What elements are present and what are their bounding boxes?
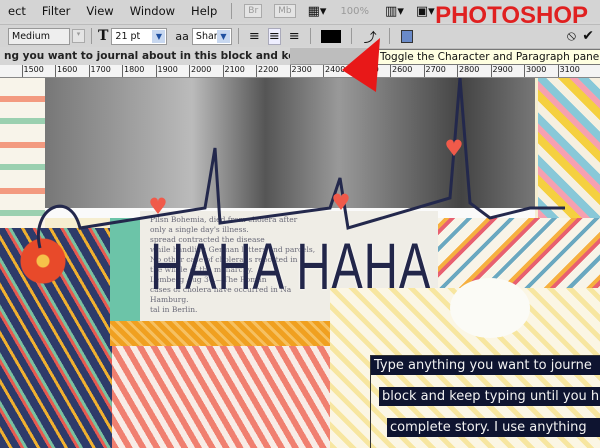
arrange-icon[interactable]: ▥▾ <box>385 4 404 19</box>
commit-icon[interactable]: ✔ <box>582 28 594 44</box>
red-arrow-annotation <box>342 38 380 92</box>
font-size-select[interactable]: 21 pt ▼ <box>111 27 168 45</box>
screen-mode-icon[interactable]: ▣▾ <box>416 4 435 19</box>
ruler-tick: 2200 <box>256 65 278 77</box>
tooltip: Toggle the Character and Paragraph panel… <box>375 49 600 65</box>
ruler-tick: 2900 <box>490 65 513 77</box>
heartbeat-line <box>36 78 565 249</box>
menu-window[interactable]: Window <box>122 4 183 18</box>
ruler-tick: 2800 <box>457 65 479 77</box>
bridge-button[interactable]: Br <box>244 4 263 18</box>
ruler-tick: 3000 <box>524 65 546 77</box>
mini-bridge-button[interactable]: Mb <box>274 4 296 18</box>
ruler-tick: 3100 <box>557 65 580 77</box>
menu-select[interactable]: ect <box>0 4 34 18</box>
font-size-value: 21 pt <box>115 30 141 42</box>
divider <box>91 28 92 44</box>
align-right-icon[interactable]: ≡ <box>289 29 300 44</box>
ruler-tick: 1800 <box>122 65 144 77</box>
align-left-icon[interactable]: ≡ <box>249 29 260 44</box>
ruler-tick: 1500 <box>21 65 44 77</box>
ruler-tick: 2700 <box>423 65 446 77</box>
ruler-tick: 2000 <box>189 65 211 77</box>
journal-line: block and keep typing until you h <box>379 387 600 406</box>
options-bar: Medium ▾ T 21 pt ▼ aa Sharp ▼ ≡ ≡ ≡ ⤴ ⦸ ✔ <box>0 24 600 47</box>
zoom-level[interactable]: 100% <box>340 6 369 17</box>
menu-view[interactable]: View <box>78 4 121 18</box>
journal-block[interactable]: Type anything you want to journe block a… <box>370 355 600 448</box>
divider <box>309 28 311 44</box>
chevron-down-icon: ▼ <box>152 29 166 43</box>
menu-help[interactable]: Help <box>183 4 225 18</box>
document-tab[interactable]: ng you want to journal about in this blo… <box>0 48 290 65</box>
journal-line: Type anything you want to journe <box>371 356 600 375</box>
chevron-down-icon: ▼ <box>216 29 230 43</box>
journal-line: complete story. I use anything <box>387 418 600 437</box>
antialias-icon: aa <box>175 30 189 43</box>
align-center-icon[interactable]: ≡ <box>267 27 281 45</box>
document-canvas[interactable]: Pilsn Bohemia, died from cholera after o… <box>0 78 600 448</box>
font-style-select[interactable]: Medium <box>8 27 70 45</box>
screen-layout-icon[interactable]: ▦▾ <box>308 4 327 19</box>
divider <box>231 3 233 19</box>
document-tab-title: ng you want to journal about in this blo… <box>4 50 290 62</box>
chevron-paper <box>112 346 330 448</box>
toggle-panels-button[interactable] <box>400 29 413 43</box>
font-style-dropdown[interactable]: ▾ <box>72 29 85 43</box>
font-style-value: Medium <box>12 30 50 42</box>
horizontal-ruler[interactable]: 0015001600170018001900200021002200230024… <box>0 65 600 78</box>
heart-icon <box>150 197 166 214</box>
heart-icon <box>333 193 349 210</box>
aa-sub: a <box>182 29 189 43</box>
ruler-tick: 2300 <box>289 65 312 77</box>
ruler-tick: 2100 <box>222 65 245 77</box>
ruler-tick: 1600 <box>55 65 77 77</box>
divider <box>237 28 239 44</box>
font-size-icon: T <box>98 28 109 44</box>
antialias-select[interactable]: Sharp ▼ <box>191 27 232 45</box>
ruler-tick: 1700 <box>88 65 111 77</box>
ruler-tick: 1900 <box>155 65 178 77</box>
cancel-icon[interactable]: ⦸ <box>567 28 576 44</box>
menu-filter[interactable]: Filter <box>34 4 78 18</box>
